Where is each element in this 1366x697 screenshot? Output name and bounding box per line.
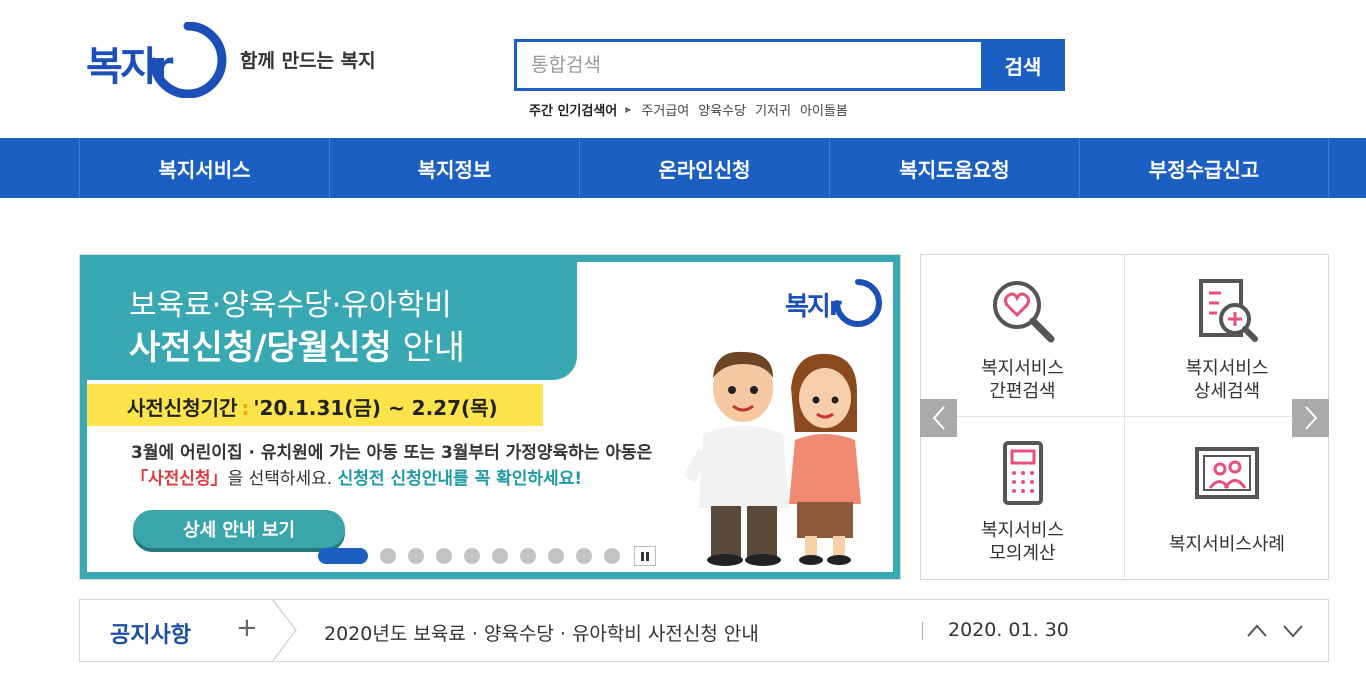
main-banner[interactable]: 보육료·양육수당·유아학비 사전신청/당월신청 안내 복지r 사전신청기간: '2… [79, 254, 901, 580]
family-picture-icon [1195, 447, 1259, 499]
site-logo[interactable]: 복지r [86, 22, 227, 98]
logo-slogan: 함께 만드는 복지 [240, 50, 376, 72]
notice-bar: 공지사항 + 2020년도 보육료 · 양육수당 · 유아학비 사전신청 안내 … [79, 599, 1329, 662]
banner-dot[interactable] [520, 548, 536, 564]
quick-item-simulation[interactable]: 복지서비스 모의계산 [921, 417, 1125, 579]
banner-title-light: 안내 [391, 328, 466, 368]
quick-item-simple-search[interactable]: 복지서비스 간편검색 [921, 255, 1125, 417]
popular-keywords-label: 주간 인기검색어 [529, 104, 618, 119]
banner-dot[interactable] [408, 548, 424, 564]
banner-dot[interactable] [492, 548, 508, 564]
chevron-divider-icon [271, 599, 297, 662]
calculator-icon [1003, 441, 1043, 505]
search-box: 검색 [514, 39, 1065, 91]
banner-title-bold: 사전신청/당월신청 [129, 328, 392, 368]
notice-title[interactable]: 2020년도 보육료 · 양육수당 · 유아학비 사전신청 안내 [324, 619, 759, 646]
chevron-right-icon [1304, 406, 1317, 430]
banner-period-label: 사전신청기간 [127, 396, 238, 420]
quick-menu-prev-button[interactable] [920, 399, 957, 437]
banner-dot[interactable] [548, 548, 564, 564]
banner-desc-note: 신청전 신청안내를 꼭 확인하세요! [337, 469, 583, 489]
banner-pagination [318, 546, 656, 566]
notice-label[interactable]: 공지사항 [110, 617, 191, 649]
notice-separator [922, 622, 923, 640]
popular-keyword[interactable]: 주거급여 [641, 100, 689, 119]
chevron-down-icon[interactable] [1282, 620, 1304, 642]
banner-title-panel: 보육료·양육수당·유아학비 사전신청/당월신청 안내 [87, 262, 577, 380]
banner-dot[interactable] [604, 548, 620, 564]
banner-dot[interactable] [576, 548, 592, 564]
nav-item-online-apply[interactable]: 온라인신청 [579, 138, 829, 198]
banner-detail-button[interactable]: 상세 안내 보기 [133, 510, 345, 548]
plus-icon[interactable]: + [236, 613, 258, 643]
banner-period: 사전신청기간: '20.1.31(금) ~ 2.27(목) [87, 384, 543, 426]
quick-item-label: 복지서비스사례 [1169, 534, 1285, 555]
logo-mark: 복지r [86, 22, 227, 98]
banner-period-text: 사전신청기간: '20.1.31(금) ~ 2.27(목) [127, 392, 498, 421]
popular-keyword[interactable]: 아이돌봄 [800, 100, 848, 119]
main-nav: 복지서비스 복지정보 온라인신청 복지도움요청 부정수급신고 [0, 138, 1366, 198]
banner-logo-text: 복지r [785, 292, 842, 322]
search-input[interactable] [514, 39, 981, 91]
nav-item-welfare-service[interactable]: 복지서비스 [79, 138, 329, 198]
quick-item-cases[interactable]: 복지서비스사례 [1125, 417, 1329, 579]
quick-menu: 복지서비스 간편검색 복지서비스 상세검색 복지서비스 모의계산 복지서비스사례 [920, 254, 1329, 580]
pause-icon[interactable] [634, 546, 656, 566]
banner-desc-line1: 3월에 어린이집 · 유치원에 가는 아동 또는 3월부터 가정양육하는 아동은 [131, 443, 653, 463]
banner-desc-line2: 「사전신청」을 선택하세요. 신청전 신청안내를 꼭 확인하세요! [131, 464, 582, 489]
period-colon: : [241, 396, 250, 420]
banner-desc-mid: 을 선택하세요. [227, 469, 338, 489]
triangle-right-icon: ▶ [625, 105, 632, 114]
quick-item-detail-search[interactable]: 복지서비스 상세검색 [1125, 255, 1329, 417]
couple-illustration-icon [685, 351, 861, 566]
quick-item-label: 복지서비스 모의계산 [981, 520, 1064, 564]
nav-item-fraud-report[interactable]: 부정수급신고 [1079, 138, 1329, 198]
nav-item-welfare-info[interactable]: 복지정보 [329, 138, 579, 198]
search-button[interactable]: 검색 [981, 39, 1065, 91]
banner-logo-swoosh-icon [834, 279, 882, 327]
quick-menu-next-button[interactable] [1292, 399, 1329, 437]
banner-dot[interactable] [464, 548, 480, 564]
popular-keyword[interactable]: 기저귀 [755, 100, 791, 119]
popular-keyword[interactable]: 양육수당 [698, 100, 746, 119]
banner-title-line2: 사전신청/당월신청 안내 [129, 320, 465, 369]
logo-text: 복지r [86, 44, 173, 90]
heart-search-icon [993, 281, 1055, 343]
quick-item-label: 복지서비스 상세검색 [1185, 358, 1269, 402]
nav-item-help-request[interactable]: 복지도움요청 [829, 138, 1079, 198]
document-search-icon [1199, 279, 1258, 342]
banner-period-value: '20.1.31(금) ~ 2.27(목) [253, 396, 498, 420]
quick-item-label: 복지서비스 간편검색 [981, 358, 1064, 402]
chevron-up-icon[interactable] [1246, 620, 1268, 642]
banner-dot-active[interactable] [318, 548, 368, 564]
popular-keywords: 주간 인기검색어 ▶ 주거급여 양육수당 기저귀 아이돌봄 [529, 100, 857, 119]
chevron-left-icon [932, 406, 945, 430]
banner-title-line1: 보육료·양육수당·유아학비 [129, 288, 452, 323]
banner-dot[interactable] [380, 548, 396, 564]
banner-desc-highlight: 「사전신청」 [131, 469, 228, 489]
notice-date: 2020. 01. 30 [948, 619, 1069, 641]
banner-dot[interactable] [436, 548, 452, 564]
